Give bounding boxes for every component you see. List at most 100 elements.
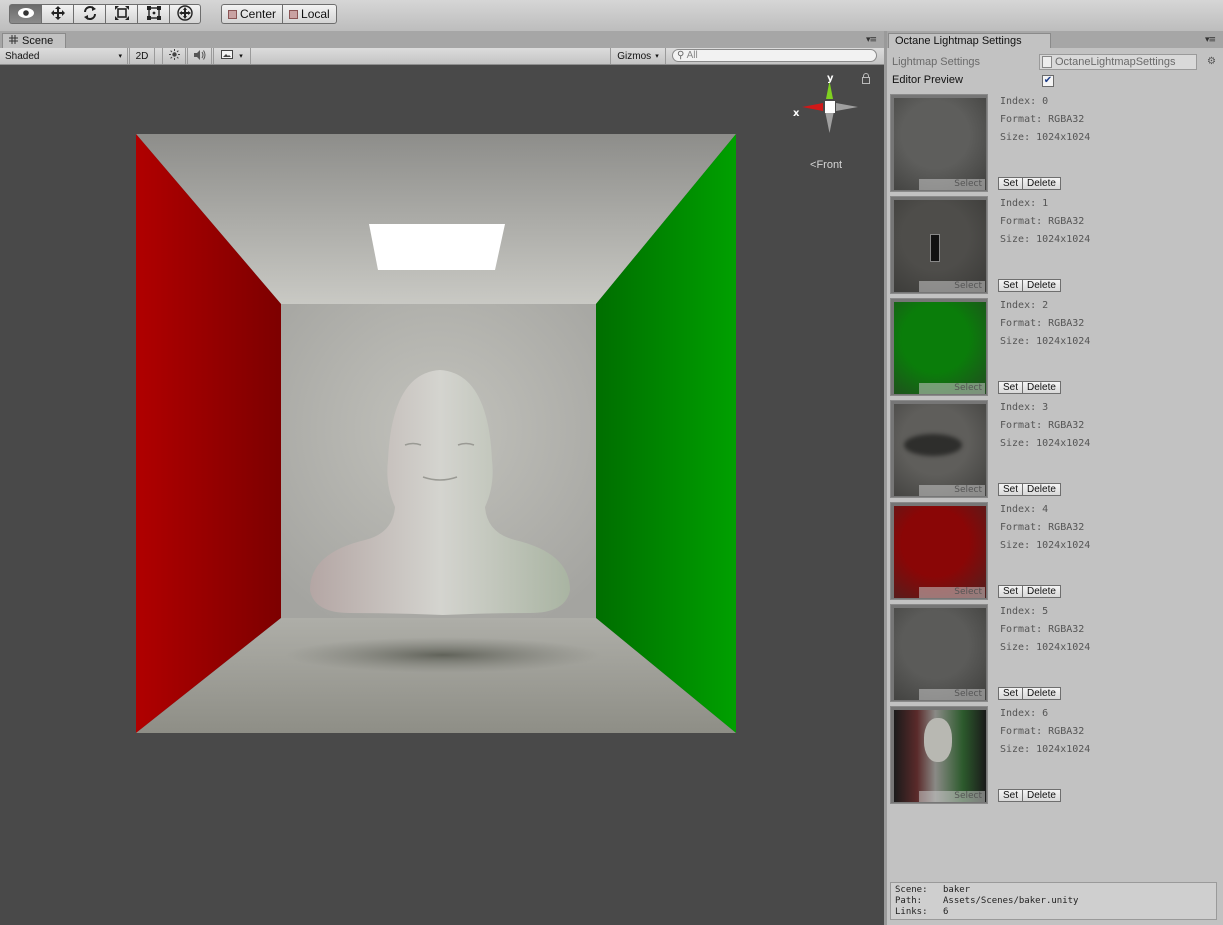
- rotate-tool-button[interactable]: [73, 4, 105, 24]
- delete-button[interactable]: Delete: [1023, 381, 1061, 394]
- lightmap-entry: Select Index: 4 Format: RGBA32 Size: 1024x1…: [890, 502, 1220, 604]
- pivot-center-toggle[interactable]: Center: [221, 4, 283, 24]
- lightmap-index: Index: 6: [1000, 708, 1049, 719]
- scene-effects-dropdown[interactable]: ▾: [213, 48, 251, 64]
- transform-tool-button[interactable]: [169, 4, 201, 24]
- pivot-center-label: Center: [240, 7, 277, 21]
- scene-search-placeholder: All: [686, 50, 698, 61]
- lightmap-thumbnail[interactable]: Select: [890, 400, 988, 498]
- editor-preview-checkbox[interactable]: ✔: [1042, 75, 1054, 87]
- lightmap-size: Size: 1024x1024: [1000, 234, 1091, 245]
- gizmo-neg-x-axis: [836, 103, 858, 111]
- select-button[interactable]: Select: [919, 485, 985, 496]
- set-button[interactable]: Set: [998, 279, 1024, 292]
- dropdown-arrow-icon: ▾: [655, 53, 659, 60]
- view-orientation-label[interactable]: <Front: [810, 159, 842, 171]
- speaker-icon: [193, 49, 206, 63]
- shading-mode-value: Shaded: [5, 50, 40, 62]
- delete-button[interactable]: Delete: [1023, 687, 1061, 700]
- local-space-icon: [289, 9, 299, 19]
- gizmos-dropdown[interactable]: Gizmos ▾: [610, 48, 666, 64]
- lock-icon[interactable]: [862, 73, 870, 84]
- lightmap-thumbnail[interactable]: Select: [890, 604, 988, 702]
- delete-button[interactable]: Delete: [1023, 789, 1061, 802]
- lightmap-actions: Set Delete: [998, 177, 1061, 190]
- scene-row: Scene: baker: [895, 885, 971, 895]
- set-button[interactable]: Set: [998, 483, 1024, 496]
- pivot-toggles: Center Local: [221, 4, 337, 25]
- settings-gear-icon[interactable]: ⚙: [1207, 56, 1216, 67]
- delete-button[interactable]: Delete: [1023, 483, 1061, 496]
- gizmo-x-label: x: [793, 108, 800, 119]
- lightmap-preview-image: [894, 404, 986, 496]
- lightmap-format: Format: RGBA32: [1000, 114, 1085, 125]
- scene-search-input[interactable]: ⚲ All: [672, 49, 877, 62]
- scene-viewport[interactable]: y x <Front: [0, 65, 884, 925]
- select-button[interactable]: Select: [919, 791, 985, 802]
- lightmap-entry: Select Index: 3 Format: RGBA32 Size: 1024x1…: [890, 400, 1220, 502]
- lightmap-entry: Select Index: 1 Format: RGBA32 Size: 1024x1…: [890, 196, 1220, 298]
- scene-tabstrip: Scene ▾≡: [0, 31, 884, 48]
- eye-icon: [17, 7, 35, 22]
- scene-audio-toggle[interactable]: [187, 48, 212, 64]
- lightmap-thumbnail[interactable]: Select: [890, 298, 988, 396]
- move-arrows-icon: [50, 5, 66, 24]
- scene-lighting-toggle[interactable]: [162, 48, 186, 64]
- lightmap-index: Index: 4: [1000, 504, 1049, 515]
- path-row: Path: Assets/Scenes/baker.unity: [895, 896, 1079, 906]
- select-button[interactable]: Select: [919, 383, 985, 394]
- tab-scene[interactable]: Scene: [2, 33, 66, 48]
- lightmap-size: Size: 1024x1024: [1000, 540, 1091, 551]
- lightmap-thumbnail[interactable]: Select: [890, 706, 988, 804]
- scale-tool-button[interactable]: [105, 4, 137, 24]
- lightmap-actions: Set Delete: [998, 585, 1061, 598]
- pivot-icon: [228, 9, 237, 19]
- orientation-gizmo[interactable]: y x: [790, 73, 870, 173]
- set-button[interactable]: Set: [998, 687, 1024, 700]
- lightmap-format: Format: RGBA32: [1000, 726, 1085, 737]
- lightmap-thumbnail[interactable]: Select: [890, 94, 988, 192]
- lightmap-settings-field[interactable]: OctaneLightmapSettings: [1039, 54, 1197, 70]
- lightmap-format: Format: RGBA32: [1000, 420, 1085, 431]
- scene-tab-menu-icon[interactable]: ▾≡: [866, 35, 877, 45]
- lightmap-thumbnail[interactable]: Select: [890, 196, 988, 294]
- select-button[interactable]: Select: [919, 689, 985, 700]
- lightmap-format: Format: RGBA32: [1000, 318, 1085, 329]
- set-button[interactable]: Set: [998, 177, 1024, 190]
- select-button[interactable]: Select: [919, 587, 985, 598]
- transform-icon: [176, 4, 194, 25]
- delete-button[interactable]: Delete: [1023, 585, 1061, 598]
- cornell-box-render: [136, 134, 736, 733]
- select-button[interactable]: Select: [919, 281, 985, 292]
- grid-icon: [9, 34, 18, 48]
- set-button[interactable]: Set: [998, 585, 1024, 598]
- mode-2d-toggle[interactable]: 2D: [129, 48, 155, 64]
- sun-icon: [168, 49, 180, 63]
- lightmap-settings-asset: OctaneLightmapSettings: [1055, 56, 1176, 68]
- lightmap-index: Index: 2: [1000, 300, 1049, 311]
- set-button[interactable]: Set: [998, 381, 1024, 394]
- inspector-tabstrip: Octane Lightmap Settings ▾≡: [887, 31, 1223, 48]
- tab-octane-lightmap-settings[interactable]: Octane Lightmap Settings: [888, 33, 1051, 48]
- dropdown-arrow-icon: ▾: [118, 53, 122, 60]
- pivot-local-toggle[interactable]: Local: [282, 4, 337, 24]
- lightmap-thumbnail[interactable]: Select: [890, 502, 988, 600]
- lightmap-actions: Set Delete: [998, 381, 1061, 394]
- view-tool-button[interactable]: [9, 4, 41, 24]
- select-button[interactable]: Select: [919, 179, 985, 190]
- scene-info-box: Scene: baker Path: Assets/Scenes/baker.uni…: [890, 882, 1217, 920]
- set-button[interactable]: Set: [998, 789, 1024, 802]
- move-tool-button[interactable]: [41, 4, 73, 24]
- lightmap-size: Size: 1024x1024: [1000, 642, 1091, 653]
- lightmap-index: Index: 5: [1000, 606, 1049, 617]
- lightmap-size: Size: 1024x1024: [1000, 438, 1091, 449]
- editor-preview-label: Editor Preview: [892, 74, 963, 86]
- lightmap-settings-label: Lightmap Settings: [892, 56, 981, 68]
- rect-tool-button[interactable]: [137, 4, 169, 24]
- delete-button[interactable]: Delete: [1023, 279, 1061, 292]
- delete-button[interactable]: Delete: [1023, 177, 1061, 190]
- inspector-tab-menu-icon[interactable]: ▾≡: [1205, 35, 1216, 45]
- shading-mode-dropdown[interactable]: Shaded ▾: [0, 48, 128, 64]
- lightmap-actions: Set Delete: [998, 687, 1061, 700]
- lightmap-preview-image: [894, 608, 986, 700]
